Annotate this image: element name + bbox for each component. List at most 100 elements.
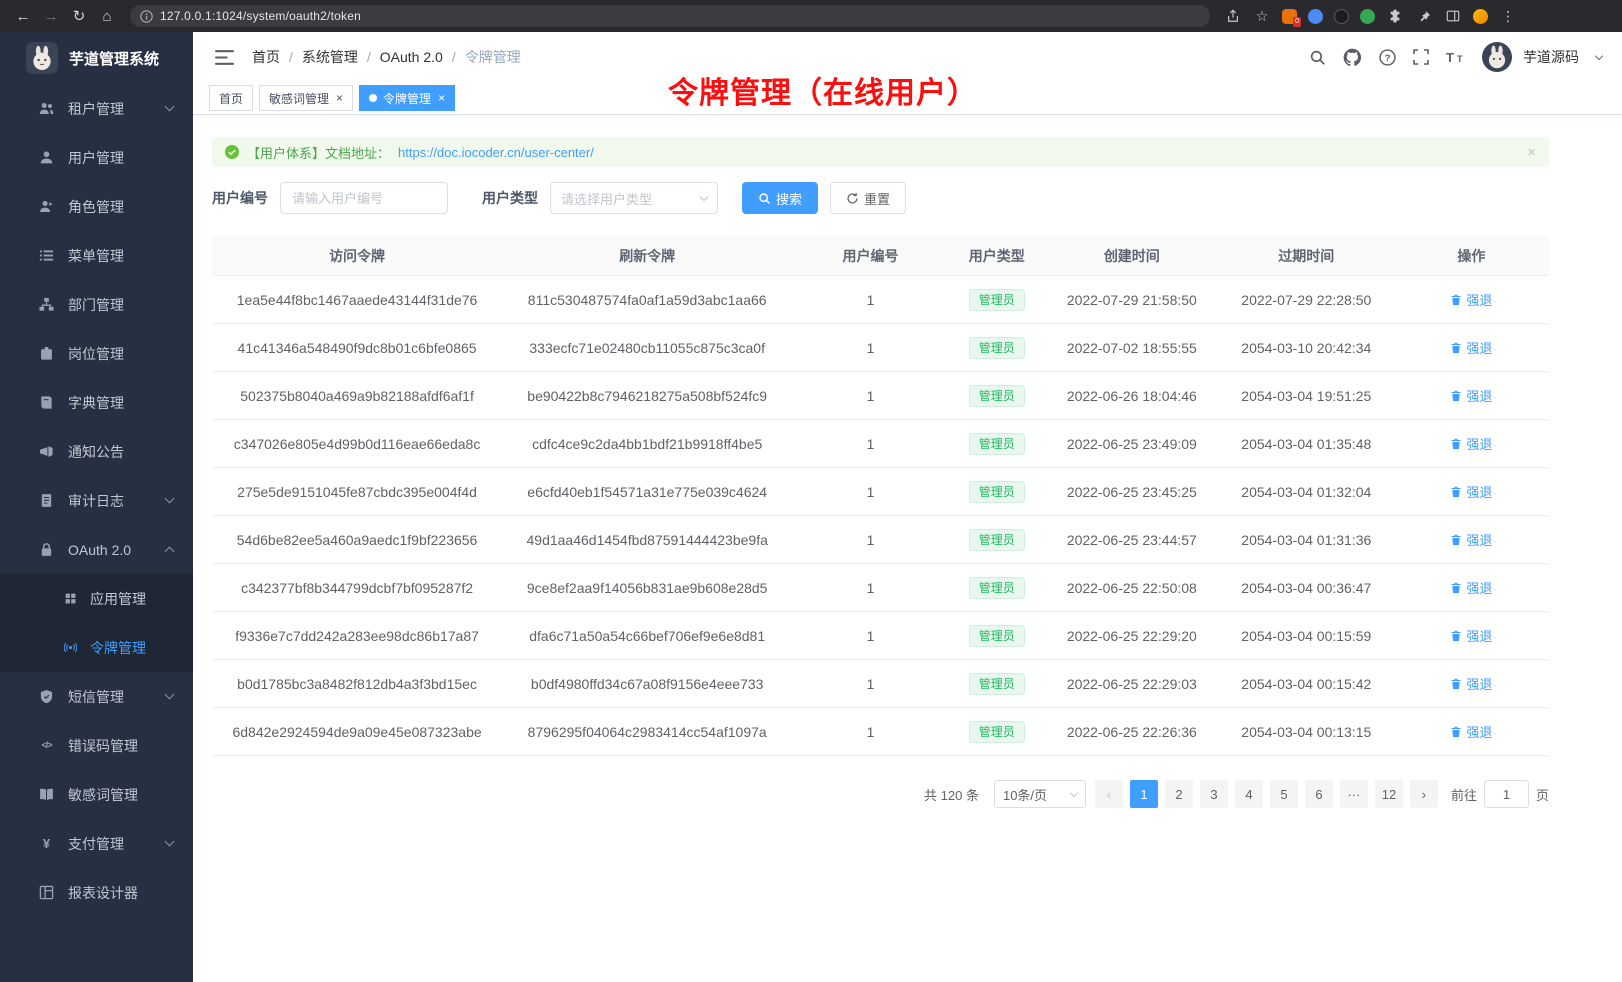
sidebar-item-dict[interactable]: 字典管理 (0, 378, 193, 427)
force-logout-button[interactable]: 强退 (1450, 674, 1492, 693)
refresh-token-cell: dfa6c71a50a54c66bef706ef9e6e8d81 (502, 612, 792, 659)
force-logout-button[interactable]: 强退 (1450, 482, 1492, 501)
page-button-4[interactable]: 4 (1235, 780, 1263, 808)
banner-doc-link[interactable]: https://doc.iocoder.cn/user-center/ (398, 145, 594, 160)
address-bar[interactable]: 127.0.0.1:1024/system/oauth2/token (130, 5, 1210, 27)
sidebar-item-notice[interactable]: 通知公告 (0, 427, 193, 476)
user-type-badge: 管理员 (969, 625, 1025, 647)
side-panel-icon[interactable] (1444, 7, 1462, 25)
table-row: b0d1785bc3a8482f812db4a3f3bd15ecb0df4980… (212, 660, 1549, 708)
tab-首页[interactable]: 首页 (209, 85, 253, 111)
force-logout-button[interactable]: 强退 (1450, 290, 1492, 309)
page-button-6[interactable]: 6 (1305, 780, 1333, 808)
force-logout-button[interactable]: 强退 (1450, 386, 1492, 405)
sidebar-item-audit-log[interactable]: 审计日志 (0, 476, 193, 525)
user-id-cell: 1 (792, 468, 948, 515)
next-page-button[interactable]: › (1410, 780, 1438, 808)
sidebar-item-user[interactable]: 用户管理 (0, 133, 193, 182)
extension-green-icon[interactable] (1360, 9, 1375, 24)
bookmark-star-icon[interactable]: ☆ (1253, 7, 1271, 25)
sidebar-item-tenant[interactable]: 租户管理 (0, 84, 193, 133)
refresh-token-cell: 8796295f04064c2983414cc54af1097a (502, 708, 792, 755)
breadcrumb-item[interactable]: 系统管理 (302, 47, 358, 67)
sidebar-item-pay[interactable]: ¥支付管理 (0, 819, 193, 868)
close-icon[interactable]: × (438, 92, 445, 104)
search-icon[interactable] (1309, 49, 1326, 66)
sidebar-item-report[interactable]: 报表设计器 (0, 868, 193, 917)
prev-page-button[interactable]: ‹ (1095, 780, 1123, 808)
extension-badged-icon[interactable]: 0 (1282, 9, 1297, 24)
help-icon[interactable]: ? (1379, 49, 1396, 66)
access-token-cell: 275e5de9151045fe87cbdc395e004f4d (212, 468, 502, 515)
sidebar-item-label: 字典管理 (68, 393, 124, 413)
close-icon[interactable]: × (336, 92, 343, 104)
sidebar-item-oauth2-app[interactable]: 应用管理 (0, 574, 193, 623)
force-logout-button[interactable]: 强退 (1450, 722, 1492, 741)
pin-icon[interactable] (1415, 7, 1433, 25)
breadcrumb-item[interactable]: OAuth 2.0 (380, 49, 443, 65)
grid-icon (62, 590, 79, 607)
user-type-cell: 管理员 (949, 468, 1045, 515)
page-button-2[interactable]: 2 (1165, 780, 1193, 808)
sidebar-item-errcode[interactable]: </>错误码管理 (0, 721, 193, 770)
tab-令牌管理[interactable]: 令牌管理× (359, 85, 455, 111)
force-logout-button[interactable]: 强退 (1450, 338, 1492, 357)
user-type-select[interactable]: 请选择用户类型 (550, 182, 718, 214)
github-icon[interactable] (1343, 48, 1362, 67)
page-button-3[interactable]: 3 (1200, 780, 1228, 808)
forward-icon[interactable]: → (38, 3, 64, 29)
page-button-5[interactable]: 5 (1270, 780, 1298, 808)
back-icon[interactable]: ← (10, 3, 36, 29)
user-id-input[interactable] (280, 182, 448, 214)
site-info-icon[interactable] (140, 10, 153, 23)
page-button-1[interactable]: 1 (1130, 780, 1158, 808)
page-list: ‹123456···12› (1095, 780, 1438, 808)
force-logout-button[interactable]: 强退 (1450, 434, 1492, 453)
search-button[interactable]: 搜索 (742, 182, 818, 214)
svg-text:T: T (1446, 50, 1454, 65)
delete-icon (1450, 678, 1462, 690)
banner-close-icon[interactable]: × (1527, 144, 1536, 161)
chevron-down-icon (165, 690, 175, 700)
force-logout-button[interactable]: 强退 (1450, 530, 1492, 549)
page-ellipsis[interactable]: ··· (1340, 780, 1368, 808)
user-name[interactable]: 芋道源码 (1523, 47, 1579, 67)
user-type-badge: 管理员 (969, 673, 1025, 695)
reload-icon[interactable]: ↻ (66, 3, 92, 29)
sidebar-item-sms[interactable]: 短信管理 (0, 672, 193, 721)
sidebar-item-oauth2[interactable]: OAuth 2.0 (0, 525, 193, 574)
breadcrumb-item[interactable]: 首页 (252, 47, 280, 67)
app-logo[interactable]: 芋道管理系统 (0, 32, 193, 84)
sidebar-item-oauth2-token[interactable]: 令牌管理 (0, 623, 193, 672)
sidebar-item-dept[interactable]: 部门管理 (0, 280, 193, 329)
fullscreen-icon[interactable] (1413, 49, 1429, 65)
home-icon[interactable]: ⌂ (94, 3, 120, 29)
browser-menu-icon[interactable]: ⋮ (1499, 7, 1517, 25)
sidebar-item-sensitive[interactable]: 敏感词管理 (0, 770, 193, 819)
force-logout-button[interactable]: 强退 (1450, 626, 1492, 645)
user-avatar[interactable] (1482, 42, 1512, 72)
share-icon[interactable] (1224, 7, 1242, 25)
sidebar-item-menu[interactable]: 菜单管理 (0, 231, 193, 280)
extensions-puzzle-icon[interactable] (1386, 7, 1404, 25)
sidebar-item-role[interactable]: 角色管理 (0, 182, 193, 231)
extension-dark-icon[interactable] (1334, 9, 1349, 24)
search-form: 用户编号 用户类型 请选择用户类型 搜索 重置 (212, 182, 1549, 214)
sidebar-item-post[interactable]: 岗位管理 (0, 329, 193, 378)
tab-敏感词管理[interactable]: 敏感词管理× (259, 85, 353, 111)
page-button-12[interactable]: 12 (1375, 780, 1403, 808)
create-time-cell: 2022-06-26 18:04:46 (1045, 372, 1219, 419)
extension-blue-icon[interactable] (1308, 9, 1323, 24)
user-type-badge: 管理员 (969, 481, 1025, 503)
goto-page-input[interactable] (1484, 780, 1529, 808)
reset-button[interactable]: 重置 (830, 182, 906, 214)
create-time-cell: 2022-07-02 18:55:55 (1045, 324, 1219, 371)
breadcrumb-separator: / (289, 49, 293, 65)
page-size-select[interactable]: 10条/页 (994, 780, 1086, 808)
font-size-icon[interactable]: TT (1446, 49, 1465, 65)
force-logout-button[interactable]: 强退 (1450, 578, 1492, 597)
code-icon: </> (38, 737, 55, 754)
hamburger-icon[interactable] (215, 50, 234, 65)
chevron-down-icon[interactable] (1595, 51, 1603, 59)
browser-profile-avatar[interactable] (1473, 9, 1488, 24)
